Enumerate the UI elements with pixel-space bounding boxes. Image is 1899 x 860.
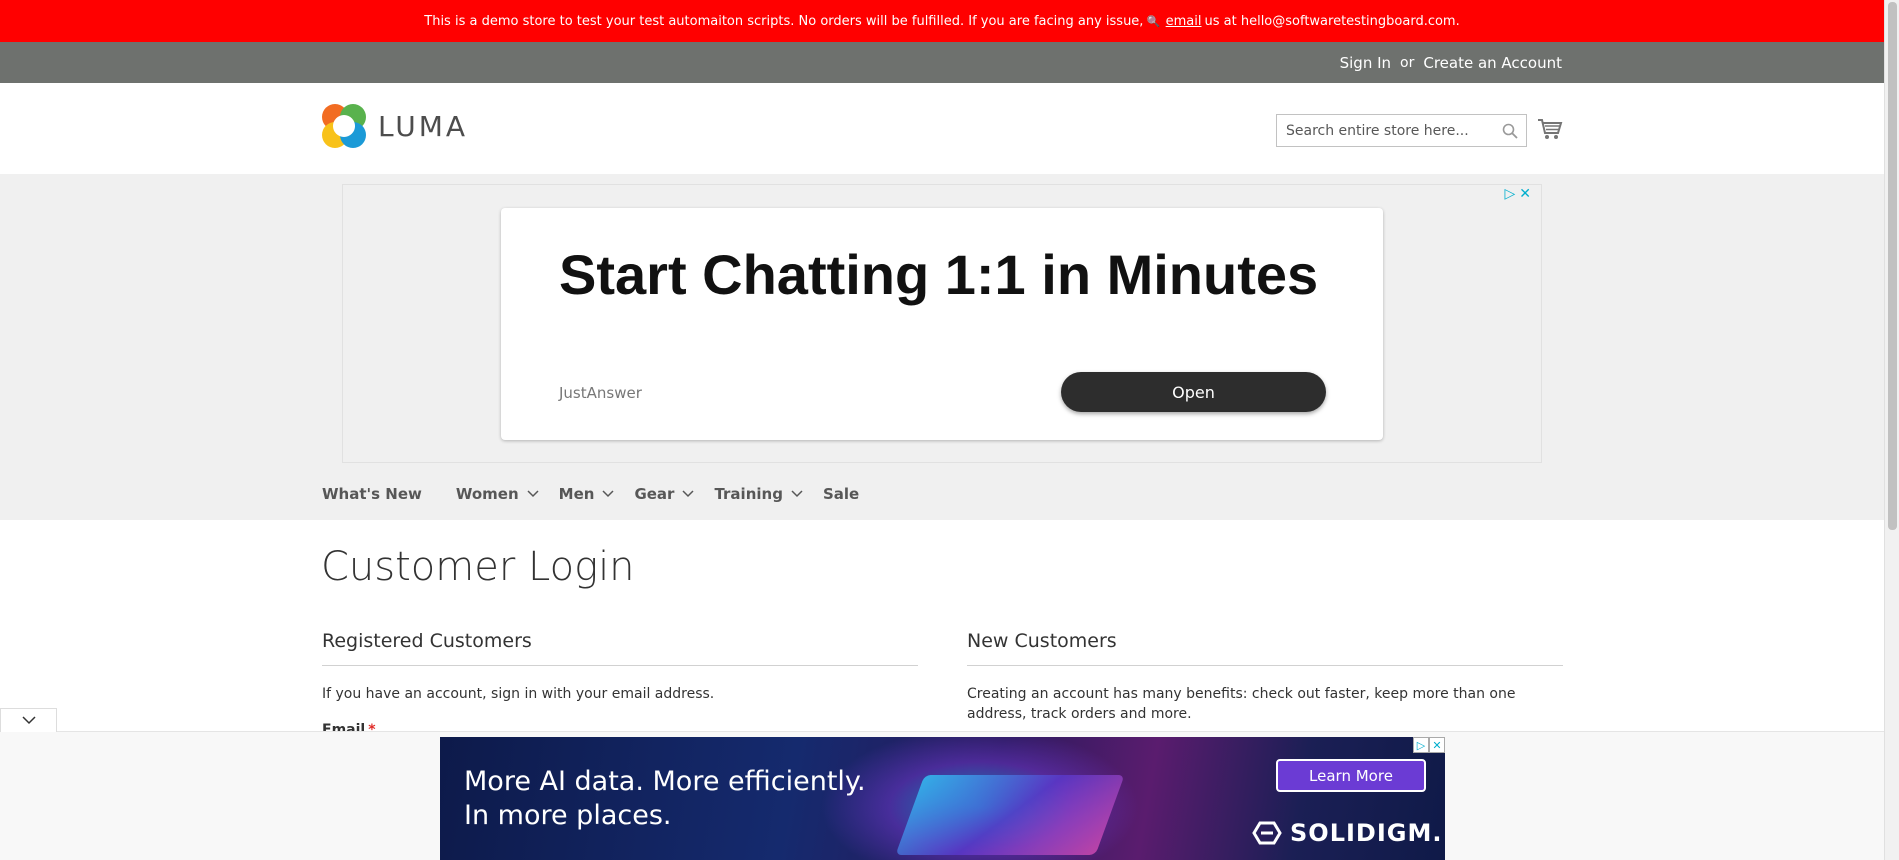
learn-more-button[interactable]: Learn More [1276,759,1426,792]
page-title: Customer Login [321,544,635,590]
adchoices-icon[interactable]: ▷ [1413,737,1429,753]
registered-customers-block: Registered Customers If you have an acco… [322,630,918,704]
search-icon[interactable] [1502,123,1518,139]
banner-chip-graphic [895,775,1125,855]
ad-and-nav-section: ▷ ✕ Start Chatting 1:1 in Minutes JustAn… [0,174,1884,520]
close-icon[interactable]: ✕ [1429,737,1445,753]
new-customers-block: New Customers Creating an account has ma… [967,630,1563,724]
magnifier-icon: 🔍 [1143,14,1161,28]
chevron-down-icon [527,490,539,498]
ad-close-icon[interactable]: ✕ [1519,186,1531,202]
top-ad-frame: ▷ ✕ Start Chatting 1:1 in Minutes JustAn… [342,184,1542,463]
chevron-down-icon [791,490,803,498]
nav-item-women[interactable]: Women [456,485,539,503]
email-link[interactable]: email [1166,14,1202,29]
registered-customers-text: If you have an account, sign in with you… [322,686,715,702]
ad-headline: Start Chatting 1:1 in Minutes [559,243,1319,306]
scrollbar-thumb[interactable] [1888,2,1897,530]
banner-text: More AI data. More efficiently. In more … [464,765,866,833]
nav-label: Women [455,485,519,503]
account-bar: Sign In or Create an Account [0,42,1884,83]
luma-logo[interactable]: LUMA [322,104,468,148]
nav-label: Men [558,485,595,503]
banner-line-1: More AI data. More efficiently. [464,766,866,797]
search-box[interactable] [1276,114,1527,147]
bottom-ad-overlay: More AI data. More efficiently. In more … [0,731,1884,860]
nav-label: What's New [322,485,422,503]
nav-label: Sale [822,485,860,503]
or-separator: or [1400,54,1415,71]
notice-text-after: us at hello@softwaretestingboard.com. [1204,13,1460,29]
ad-brand: JustAnswer [559,384,642,402]
nav-item-training[interactable]: Training [714,485,803,503]
search-input[interactable] [1286,122,1517,139]
logo-text: LUMA [378,109,469,143]
solidigm-icon [1252,821,1282,845]
new-customers-heading: New Customers [967,630,1563,666]
notice-text: This is a demo store to test your test a… [424,13,1144,29]
ad-controls[interactable]: ▷ ✕ [1504,186,1531,202]
cart-icon[interactable] [1537,116,1563,142]
nav-item-gear[interactable]: Gear [634,485,694,503]
ad-card[interactable]: Start Chatting 1:1 in Minutes JustAnswer… [501,208,1383,440]
registered-customers-heading: Registered Customers [322,630,918,666]
new-customers-text: Creating an account has many benefits: c… [967,686,1516,722]
sign-in-link[interactable]: Sign In [1340,54,1391,72]
demo-notice-bar: This is a demo store to test your test a… [0,0,1884,42]
collapse-ad-tab[interactable] [0,708,57,732]
chevron-down-icon [682,490,694,498]
solidigm-wordmark: SOLIDIGM. [1290,819,1443,847]
nav-label: Training [714,485,783,503]
bottom-ad-banner[interactable]: More AI data. More efficiently. In more … [440,737,1445,860]
chevron-down-icon [602,490,614,498]
banner-controls[interactable]: ▷ ✕ [1413,737,1445,753]
nav-label: Gear [634,485,675,503]
nav-item-men[interactable]: Men [559,485,615,503]
luma-logo-icon [322,104,366,148]
adchoices-icon[interactable]: ▷ [1504,186,1515,202]
create-account-link[interactable]: Create an Account [1423,54,1562,72]
solidigm-logo: SOLIDIGM. [1252,819,1442,847]
nav-item-sale[interactable]: Sale [823,485,859,503]
ad-open-button[interactable]: Open [1061,372,1326,412]
chevron-down-icon [21,716,36,725]
main-navigation: What's New Women Men Gear Training Sale [322,484,893,504]
vertical-scrollbar[interactable] [1884,0,1899,860]
account-links: Sign In or Create an Account [1340,42,1562,83]
site-header: LUMA [0,83,1884,174]
nav-item-whats-new[interactable]: What's New [322,485,422,503]
banner-line-2: In more places. [464,800,672,831]
